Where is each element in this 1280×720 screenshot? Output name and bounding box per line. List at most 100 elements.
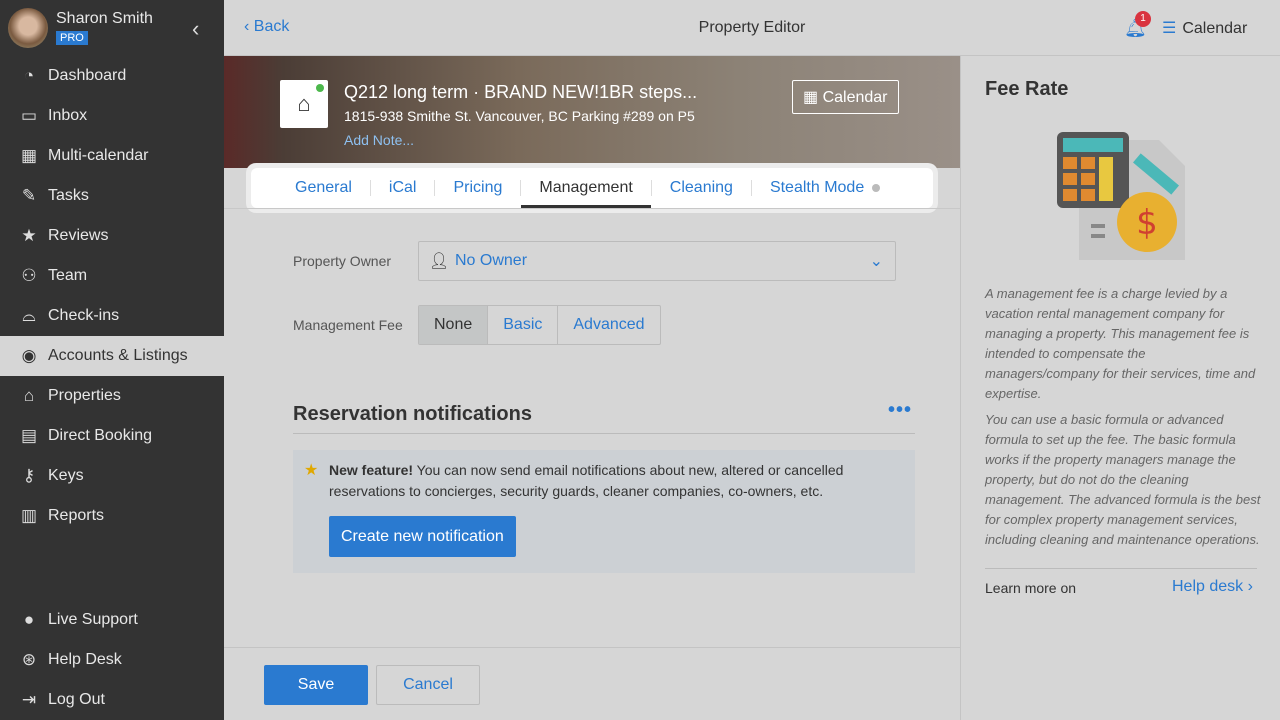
property-title: Q212 long term · BRAND NEW!1BR steps...	[344, 82, 698, 102]
person-icon: 👤︎	[429, 253, 450, 270]
user-circle-icon: ◉	[21, 346, 37, 365]
section-title: Reservation notifications	[293, 403, 532, 425]
new-feature-notice: ★ New feature! You can now send email no…	[293, 450, 915, 573]
property-address: 1815-938 Smithe St. Vancouver, BC Parkin…	[344, 108, 695, 124]
sidebar-item-reports[interactable]: ▥ Reports	[0, 496, 224, 536]
chevron-right-icon: ›	[1247, 578, 1253, 595]
sidebar-item-label: Log Out	[48, 691, 105, 708]
sidebar-item-reviews[interactable]: ★ Reviews	[0, 216, 224, 256]
sidebar-item-label: Inbox	[48, 107, 88, 124]
sidebar-item-help-desk[interactable]: ⊛ Help Desk	[0, 640, 224, 680]
more-options-icon[interactable]: •••	[888, 399, 912, 422]
management-fee-toggle: None Basic Advanced	[418, 305, 661, 345]
property-calendar-button[interactable]: ▦ Calendar	[792, 80, 899, 114]
calendar-icon: ▦	[803, 89, 823, 106]
sidebar-item-label: Tasks	[48, 187, 89, 204]
chat-icon: ●	[23, 610, 35, 629]
sidebar-item-check-ins[interactable]: ⌓ Check-ins	[0, 296, 224, 336]
sidebar-item-team[interactable]: ⚇ Team	[0, 256, 224, 296]
sidebar-item-log-out[interactable]: ⇥ Log Out	[0, 680, 224, 720]
main-form: Property Owner 👤︎ No Owner ⌄ Management Fe…	[224, 208, 960, 573]
tab-stealth-mode[interactable]: Stealth Mode	[752, 168, 882, 208]
sidebar-item-label: Live Support	[48, 611, 138, 628]
property-banner: ⌂ Q212 long term · BRAND NEW!1BR steps..…	[224, 56, 960, 168]
fee-option-none[interactable]: None	[419, 306, 488, 344]
inbox-icon: ▭	[20, 106, 38, 125]
bell-icon: ⌓	[22, 306, 36, 325]
sidebar-item-label: Properties	[48, 387, 121, 404]
add-note-link[interactable]: Add Note...	[344, 132, 414, 148]
fee-label: Management Fee	[293, 317, 403, 333]
pro-badge: PRO	[56, 31, 88, 45]
description-p2: You can use a basic formula or advanced …	[985, 412, 1261, 547]
sidebar-item-label: Reviews	[48, 227, 109, 244]
help-panel: Fee Rate $ A management fee is a charge …	[960, 56, 1280, 720]
property-owner-select[interactable]: 👤︎ No Owner ⌄	[418, 241, 896, 281]
owner-label: Property Owner	[293, 253, 392, 269]
user-name: Sharon Smith	[56, 10, 153, 27]
browser-code-icon: ▤	[20, 426, 38, 445]
panel-title: Fee Rate	[985, 78, 1069, 100]
calendar-label: Calendar	[822, 89, 888, 106]
sidebar-item-inbox[interactable]: ▭ Inbox	[0, 96, 224, 136]
owner-value: No Owner	[455, 252, 528, 269]
home-icon: ⌂	[23, 386, 35, 405]
sidebar-item-properties[interactable]: ⌂ Properties	[0, 376, 224, 416]
key-icon: ⚷	[22, 466, 36, 485]
sidebar-item-tasks[interactable]: ✎ Tasks	[0, 176, 224, 216]
calculator-illustration-icon: $	[1057, 132, 1185, 260]
page-title: Property Editor	[698, 19, 806, 36]
lifebuoy-icon: ⊛	[21, 650, 37, 669]
fee-option-advanced[interactable]: Advanced	[557, 306, 659, 344]
tasks-icon: ✎	[21, 186, 37, 205]
list-search-icon: ☰	[1162, 20, 1177, 37]
panel-description: A management fee is a charge levied by a…	[985, 284, 1261, 556]
svg-text:$: $	[1136, 203, 1158, 243]
sidebar-item-dashboard[interactable]: ◔ Dashboard	[0, 56, 224, 96]
sidebar-item-keys[interactable]: ⚷ Keys	[0, 456, 224, 496]
star-icon: ★	[21, 226, 37, 245]
calendar-icon: ▦	[20, 146, 38, 165]
cancel-button[interactable]: Cancel	[376, 665, 480, 705]
user-profile[interactable]: Sharon Smith PRO	[0, 0, 224, 56]
collapse-sidebar-icon[interactable]: ‹	[192, 16, 199, 42]
sidebar-item-label: Multi-calendar	[48, 147, 149, 164]
logout-icon: ⇥	[21, 690, 37, 709]
divider	[293, 433, 915, 434]
tab-cleaning[interactable]: Cleaning	[652, 168, 751, 208]
team-icon: ⚇	[21, 266, 37, 285]
notice-bold: New feature!	[329, 462, 414, 478]
gauge-icon: ◔	[23, 66, 35, 85]
tab-pricing[interactable]: Pricing	[435, 168, 520, 208]
footer: Save Cancel	[224, 647, 960, 720]
chart-icon: ▥	[20, 506, 38, 525]
tab-bar: General iCal Pricing Management Cleaning Stea…	[246, 163, 938, 213]
chevron-down-icon: ⌄	[869, 253, 883, 270]
save-button[interactable]: Save	[264, 665, 368, 705]
fee-option-basic[interactable]: Basic	[487, 306, 557, 344]
create-notification-button[interactable]: Create new notification	[329, 516, 516, 557]
sidebar-item-label: Reports	[48, 507, 105, 524]
sidebar-item-label: Check-ins	[48, 307, 120, 324]
sidebar-item-multi-calendar[interactable]: ▦ Multi-calendar	[0, 136, 224, 176]
top-bar: ‹ Back Property Editor 🔔︎ 1 ☰ Calendar	[224, 0, 1280, 56]
help-desk-label: Help desk	[1172, 578, 1244, 595]
avatar	[8, 8, 48, 48]
sidebar-item-label: Direct Booking	[48, 427, 153, 444]
sidebar-item-label: Keys	[48, 467, 84, 484]
status-dot	[316, 84, 324, 92]
tab-ical[interactable]: iCal	[371, 168, 435, 208]
notification-count: 1	[1135, 11, 1151, 27]
tab-general[interactable]: General	[277, 168, 370, 208]
sidebar-item-live-support[interactable]: ● Live Support	[0, 600, 224, 640]
sidebar-item-direct-booking[interactable]: ▤ Direct Booking	[0, 416, 224, 456]
sidebar-item-label: Team	[48, 267, 88, 284]
sidebar-item-label: Dashboard	[48, 67, 127, 84]
star-icon: ★	[304, 462, 319, 479]
sidebar-item-accounts-listings[interactable]: ◉ Accounts & Listings	[0, 336, 224, 376]
home-icon: ⌂	[280, 80, 328, 128]
calendar-search-button[interactable]: ☰ Calendar	[1162, 18, 1247, 38]
tab-management[interactable]: Management	[521, 168, 651, 208]
help-desk-link[interactable]: Help desk ›	[1172, 578, 1253, 596]
sidebar: Sharon Smith PRO ‹ ◔ Dashboard ▭ Inbox ▦ Mult…	[0, 0, 224, 720]
